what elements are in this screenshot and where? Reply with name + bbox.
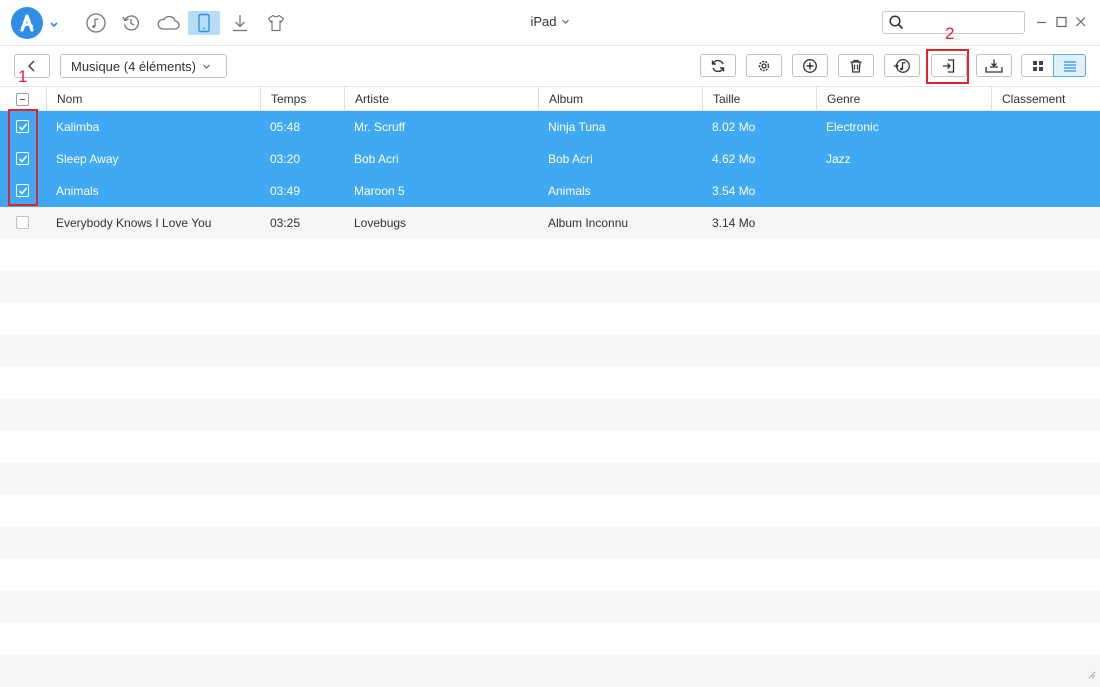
category-label: Musique (4 éléments) [71,59,196,74]
app-logo-icon[interactable] [11,7,43,39]
empty-row [0,527,1100,559]
cell-size: 3.14 Mo [702,207,816,239]
device-name: iPad [530,14,556,29]
chevron-down-icon [561,17,570,26]
device-icon[interactable] [188,11,220,35]
cell-album: Album Inconnu [538,207,702,239]
settings-icon [756,58,772,74]
cell-album: Bob Acri [538,143,702,175]
empty-row [0,623,1100,655]
table-row[interactable]: Everybody Knows I Love You03:25LovebugsA… [0,207,1100,239]
column-header-rating[interactable]: Classement [991,87,1100,111]
cell-time: 03:49 [260,175,344,207]
cell-genre: Jazz [816,143,991,175]
table-body: Kalimba05:48Mr. ScruffNinja Tuna8.02 MoE… [0,111,1100,687]
music-table: Nom Temps Artiste Album Taille Genre Cla… [0,86,1100,687]
table-header: Nom Temps Artiste Album Taille Genre Cla… [0,86,1100,111]
cell-album: Ninja Tuna [538,111,702,143]
restore-icon[interactable] [115,11,147,35]
cell-time: 03:20 [260,143,344,175]
cell-artist: Lovebugs [344,207,538,239]
empty-row [0,463,1100,495]
category-selector[interactable]: Musique (4 éléments) [60,54,227,78]
cell-artist: Mr. Scruff [344,111,538,143]
device-selector[interactable]: iPad [505,14,595,29]
cell-name: Animals [46,175,260,207]
empty-row [0,367,1100,399]
table-row[interactable]: Animals03:49Maroon 5Animals3.54 Mo [0,175,1100,207]
table-row[interactable]: Kalimba05:48Mr. ScruffNinja Tuna8.02 MoE… [0,111,1100,143]
annotation-box-step1 [8,109,38,206]
cell-name: Sleep Away [46,143,260,175]
grid-view-button[interactable] [1021,54,1054,77]
add-button[interactable] [792,54,828,77]
cell-album: Animals [538,175,702,207]
refresh-icon [710,58,726,74]
cell-genre [816,175,991,207]
grid-view-icon [1032,60,1044,72]
cell-size: 3.54 Mo [702,175,816,207]
annotation-number-step2: 2 [945,24,954,44]
settings-button[interactable] [746,54,782,77]
column-header-size[interactable]: Taille [702,87,816,111]
cell-artist: Bob Acri [344,143,538,175]
resize-grip-icon[interactable] [1087,668,1096,677]
to-device-icon [984,58,1004,74]
cell-name: Everybody Knows I Love You [46,207,260,239]
empty-row [0,495,1100,527]
empty-row [0,399,1100,431]
cell-size: 4.62 Mo [702,143,816,175]
cell-artist: Maroon 5 [344,175,538,207]
empty-row [0,271,1100,303]
maximize-icon[interactable] [1055,15,1069,29]
cloud-icon[interactable] [152,11,184,35]
to-device-button[interactable] [976,54,1012,77]
empty-row [0,239,1100,271]
refresh-button[interactable] [700,54,736,77]
title-bar: iPad [0,0,1100,46]
close-icon[interactable] [1074,15,1088,29]
itunes-icon [893,58,911,74]
add-icon [802,58,818,74]
cell-time: 03:25 [260,207,344,239]
row-checkbox[interactable] [16,216,29,229]
cell-genre: Electronic [816,111,991,143]
chevron-down-icon [202,62,211,71]
tshirt-icon[interactable] [260,11,292,35]
to-itunes-button[interactable] [884,54,920,77]
search-icon [889,15,904,33]
select-all-checkbox[interactable] [16,93,29,106]
annotation-number-step1: 1 [18,67,27,87]
app-menu-caret-icon[interactable] [49,18,59,28]
delete-button[interactable] [838,54,874,77]
chevron-left-icon [26,59,38,73]
annotation-box-step2 [926,49,969,84]
list-view-button[interactable] [1053,54,1086,77]
column-header-time[interactable]: Temps [260,87,344,111]
cell-size: 8.02 Mo [702,111,816,143]
music-icon[interactable] [80,11,112,35]
delete-icon [848,58,864,74]
column-header-genre[interactable]: Genre [816,87,991,111]
empty-row [0,655,1100,687]
cell-name: Kalimba [46,111,260,143]
list-view-icon [1063,60,1077,72]
download-icon[interactable] [224,11,256,35]
column-header-album[interactable]: Album [538,87,702,111]
cell-time: 05:48 [260,111,344,143]
empty-row [0,335,1100,367]
cell-genre [816,207,991,239]
empty-row [0,431,1100,463]
column-header-artist[interactable]: Artiste [344,87,538,111]
column-header-name[interactable]: Nom [46,87,260,111]
empty-row [0,303,1100,335]
empty-row [0,559,1100,591]
empty-row [0,591,1100,623]
search-input[interactable] [909,14,1019,31]
table-row[interactable]: Sleep Away03:20Bob AcriBob Acri4.62 MoJa… [0,143,1100,175]
minimize-icon[interactable] [1035,15,1049,29]
